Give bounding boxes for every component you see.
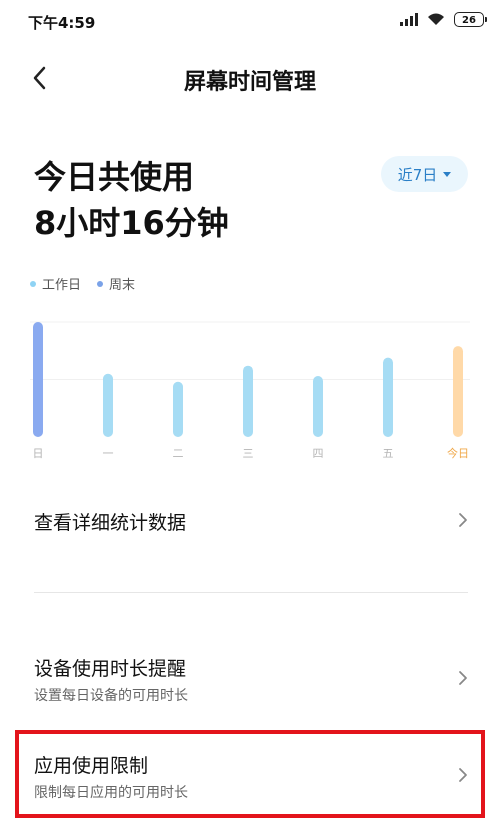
device-reminder-title: 设备使用时长提醒 [34,658,187,680]
chart-tick-label-0: 日 [33,447,44,460]
status-time: 下午4:59 [28,14,96,32]
chevron-right-icon [459,671,467,685]
chart-tick-label-4: 四 [313,447,324,460]
chart-tick-label-6: 今日 [447,446,469,460]
legend-item-weekend: 周末 [97,274,135,293]
chart-bar-6 [453,346,463,437]
detail-stats-row[interactable]: 查看详细统计数据 [0,500,500,540]
chart-tick-label-3: 三 [243,447,254,460]
chevron-right-icon [459,513,467,527]
chart-bar-0 [33,322,43,437]
legend-label-weekend: 周末 [109,278,136,293]
usage-total: 8小时16分钟 [34,204,229,242]
device-reminder-row[interactable]: 设备使用时长提醒 设置每日设备的可用时长 [0,650,500,710]
chart-tick-label-5: 五 [383,447,394,460]
caret-down-icon [443,171,452,177]
chart-bar-1 [103,373,113,437]
section-divider [34,592,468,593]
range-dropdown[interactable]: 近7日 [381,156,468,192]
usage-bar-chart: 日 一 二 三 四 五 今日 [30,321,470,460]
wifi-icon [428,13,444,25]
status-icons: 26 [400,11,487,27]
highlight-box [15,730,485,818]
battery-icon: 26 [454,11,487,27]
legend-label-weekday: 工作日 [42,278,82,293]
chart-legend: 工作日 周末 [30,274,145,293]
chart-bar-4 [313,376,323,437]
device-reminder-subtitle: 设置每日设备的可用时长 [34,688,188,704]
chart-tick-label-1: 一 [103,447,114,460]
chart-tick-label-2: 二 [173,447,184,460]
signal-icon [400,12,418,26]
detail-stats-title: 查看详细统计数据 [34,512,187,534]
legend-dot-weekday [30,280,36,287]
page-title: 屏幕时间管理 [183,70,316,95]
range-dropdown-label: 近7日 [397,165,438,184]
chart-bar-2 [173,381,183,437]
legend-item-weekday: 工作日 [30,274,81,293]
legend-dot-weekend [97,280,104,287]
usage-label: 今日共使用 [34,158,195,196]
chart-bar-3 [243,365,253,437]
chart-bar-5 [383,357,393,437]
